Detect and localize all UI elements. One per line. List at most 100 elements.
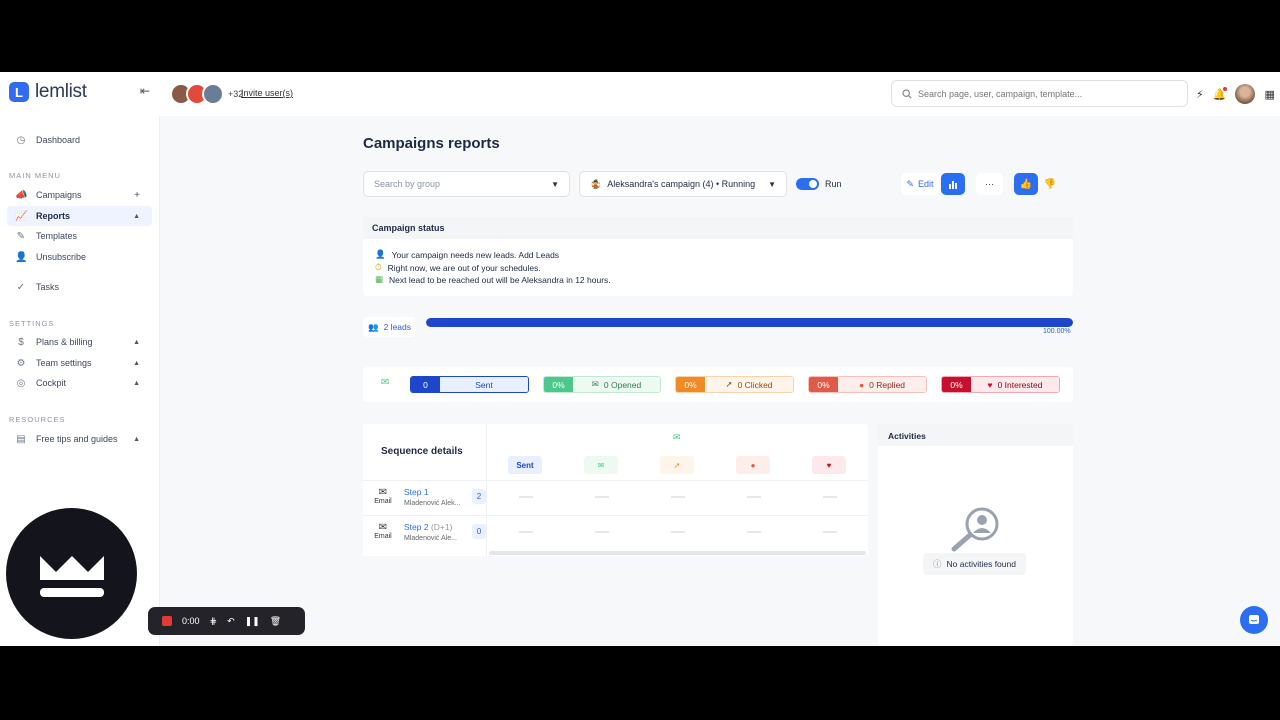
interested-column-header: ♥ — [812, 456, 846, 474]
run-toggle[interactable] — [796, 178, 819, 190]
sidebar-item-dashboard[interactable]: ◷ Dashboard — [7, 130, 152, 150]
team-avatars[interactable]: +32 — [170, 83, 243, 105]
trash-icon[interactable]: 🗑 — [270, 616, 281, 627]
chevron-up-icon[interactable]: ▲ — [133, 360, 140, 367]
empty-cell — [747, 496, 761, 498]
chevron-down-icon: ▼ — [768, 179, 776, 189]
sidebar-item-team-settings[interactable]: ⚙ Team settings ▲ — [7, 353, 152, 373]
chat-widget-button[interactable] — [1240, 606, 1268, 634]
pause-icon[interactable]: ❚❚ — [245, 616, 260, 627]
main-menu-label: MAIN MENU — [9, 171, 61, 180]
users-icon: 👥 — [368, 321, 379, 332]
magnifier-user-icon — [951, 507, 999, 552]
global-search[interactable] — [891, 80, 1188, 107]
undo-icon[interactable]: ↶ — [227, 616, 235, 627]
cursor-icon: ➚ — [725, 379, 733, 389]
reports-view-button[interactable] — [941, 173, 965, 195]
empty-cell — [671, 496, 685, 498]
add-campaign-icon[interactable]: + — [134, 190, 140, 201]
step-delay: (D+1) — [430, 522, 453, 532]
horizontal-scrollbar[interactable] — [489, 551, 866, 555]
dashboard-icon: ◷ — [16, 134, 26, 146]
invite-users-link[interactable]: Invite user(s) — [241, 88, 293, 98]
chevron-up-icon[interactable]: ▲ — [133, 339, 140, 346]
step-count: 0 — [472, 524, 486, 539]
sequence-step-row[interactable]: ✉ Email Step 1 Mladenović Alek... 2 — [363, 480, 868, 514]
sidebar-item-cockpit[interactable]: ◎ Cockpit ▲ — [7, 373, 152, 393]
search-input[interactable] — [918, 88, 1168, 99]
sidebar-item-free-tips[interactable]: ▤ Free tips and guides ▲ — [7, 429, 152, 449]
bell-icon[interactable]: 🔔 — [1213, 86, 1228, 101]
empty-cell — [595, 496, 609, 498]
stat-opened-pct: 0% — [544, 377, 573, 392]
wand-icon: ✎ — [16, 230, 26, 242]
step-name[interactable]: Step 1 — [404, 487, 429, 497]
app-logo[interactable]: L lemlist — [9, 81, 87, 103]
group-select[interactable]: Search by group ▼ — [363, 171, 570, 197]
collapse-sidebar-icon[interactable]: ⇤ — [140, 84, 150, 98]
more-options-button[interactable]: ··· — [976, 173, 1003, 195]
status-text: Your campaign needs new leads. Add Leads — [391, 249, 560, 260]
status-text: Next lead to be reached out will be Alek… — [389, 274, 611, 285]
sidebar-item-plans-billing[interactable]: $ Plans & billing ▲ — [7, 332, 152, 352]
clicked-column-header: ➚ — [660, 456, 694, 474]
user-avatar[interactable] — [1235, 84, 1256, 104]
chat-bubble-icon: ● — [858, 379, 865, 390]
empty-cell — [671, 531, 685, 533]
leads-chip[interactable]: 👥 2 leads — [363, 317, 417, 337]
activities-title: Activities — [878, 424, 1073, 446]
cursor-icon: ➚ — [673, 460, 681, 470]
stat-interested-label-wrap: ♥ 0 Interested — [971, 377, 1059, 392]
campaign-emoji-icon: 🤹 — [590, 178, 602, 189]
sidebar-item-label: Tasks — [36, 282, 60, 292]
check-circle-icon: ✓ — [16, 281, 26, 293]
heart-icon: ♥ — [987, 379, 993, 390]
stat-replied[interactable]: 0% ● 0 Replied — [808, 376, 927, 393]
progress-percent: 100.00% — [1043, 328, 1071, 335]
campaign-status-title: Campaign status — [363, 217, 1073, 239]
campaign-select[interactable]: 🤹 Aleksandra's campaign (4) • Running ▼ — [579, 171, 787, 197]
stat-opened[interactable]: 0% ✉ 0 Opened — [543, 376, 661, 393]
sidebar-item-campaigns[interactable]: 📣 Campaigns + — [7, 185, 152, 205]
stat-clicked-pct: 0% — [676, 377, 705, 392]
stat-replied-label-wrap: ● 0 Replied — [838, 377, 926, 392]
thumbs-down-button[interactable]: 👎 — [1040, 173, 1060, 195]
chart-icon: 📈 — [15, 210, 28, 222]
book-icon: ▤ — [16, 433, 26, 445]
sidebar-item-templates[interactable]: ✎ Templates — [7, 226, 152, 246]
stat-interested[interactable]: 0% ♥ 0 Interested — [941, 376, 1060, 393]
sidebar-item-label: Plans & billing — [36, 337, 93, 347]
empty-cell — [519, 531, 533, 533]
sent-column-header: Sent — [508, 456, 542, 474]
stop-recording-icon[interactable] — [162, 616, 172, 626]
group-select-placeholder: Search by group — [374, 179, 441, 189]
billing-icon: $ — [18, 336, 24, 348]
stat-clicked[interactable]: 0% ➚ 0 Clicked — [675, 376, 794, 393]
top-bar: L lemlist ⇤ +32 Invite user(s) ⚡ 🔔 ▦ — [0, 72, 1280, 116]
apps-grid-icon[interactable]: ▦ — [1264, 88, 1274, 101]
info-icon: ⓘ — [933, 559, 942, 569]
sidebar-item-tasks[interactable]: ✓ Tasks — [7, 277, 152, 297]
stat-sent[interactable]: 0 Sent — [410, 376, 529, 393]
no-activities-text: No activities found — [946, 559, 1016, 569]
step-owner: Mladenović Ale... — [404, 535, 457, 542]
grid-icon[interactable]: ⋕ — [210, 616, 218, 627]
run-label: Run — [825, 179, 842, 189]
step-name[interactable]: Step 2 (D+1) — [404, 522, 452, 532]
sidebar-item-unsubscribe[interactable]: 👤 Unsubscribe — [7, 247, 152, 267]
chevron-up-icon[interactable]: ▲ — [133, 213, 140, 220]
sequence-details-card: Sequence details ✉ Sent ✉ ➚ ● ♥ ✉ Email S… — [363, 424, 868, 556]
thumbs-down-icon: 👎 — [1043, 178, 1057, 190]
settings-label: SETTINGS — [9, 319, 55, 328]
chevron-up-icon[interactable]: ▲ — [133, 436, 140, 443]
stat-replied-label: 0 Replied — [869, 379, 906, 390]
user-remove-icon: 👤 — [15, 251, 28, 263]
sequence-step-row[interactable]: ✉ Email Step 2 (D+1) Mladenović Ale... 0 — [363, 515, 868, 549]
chevron-up-icon[interactable]: ▲ — [133, 380, 140, 387]
campaign-select-value: Aleksandra's campaign (4) • Running — [607, 179, 756, 189]
sidebar-item-reports[interactable]: 📈 Reports ▲ — [7, 206, 152, 226]
edit-button[interactable]: ✎ Edit — [901, 173, 939, 195]
thumbs-up-button[interactable]: 👍 — [1014, 173, 1038, 195]
lightning-icon[interactable]: ⚡ — [1196, 88, 1204, 101]
recording-toolbar: 0:00 ⋕ ↶ ❚❚ 🗑 — [148, 607, 305, 635]
